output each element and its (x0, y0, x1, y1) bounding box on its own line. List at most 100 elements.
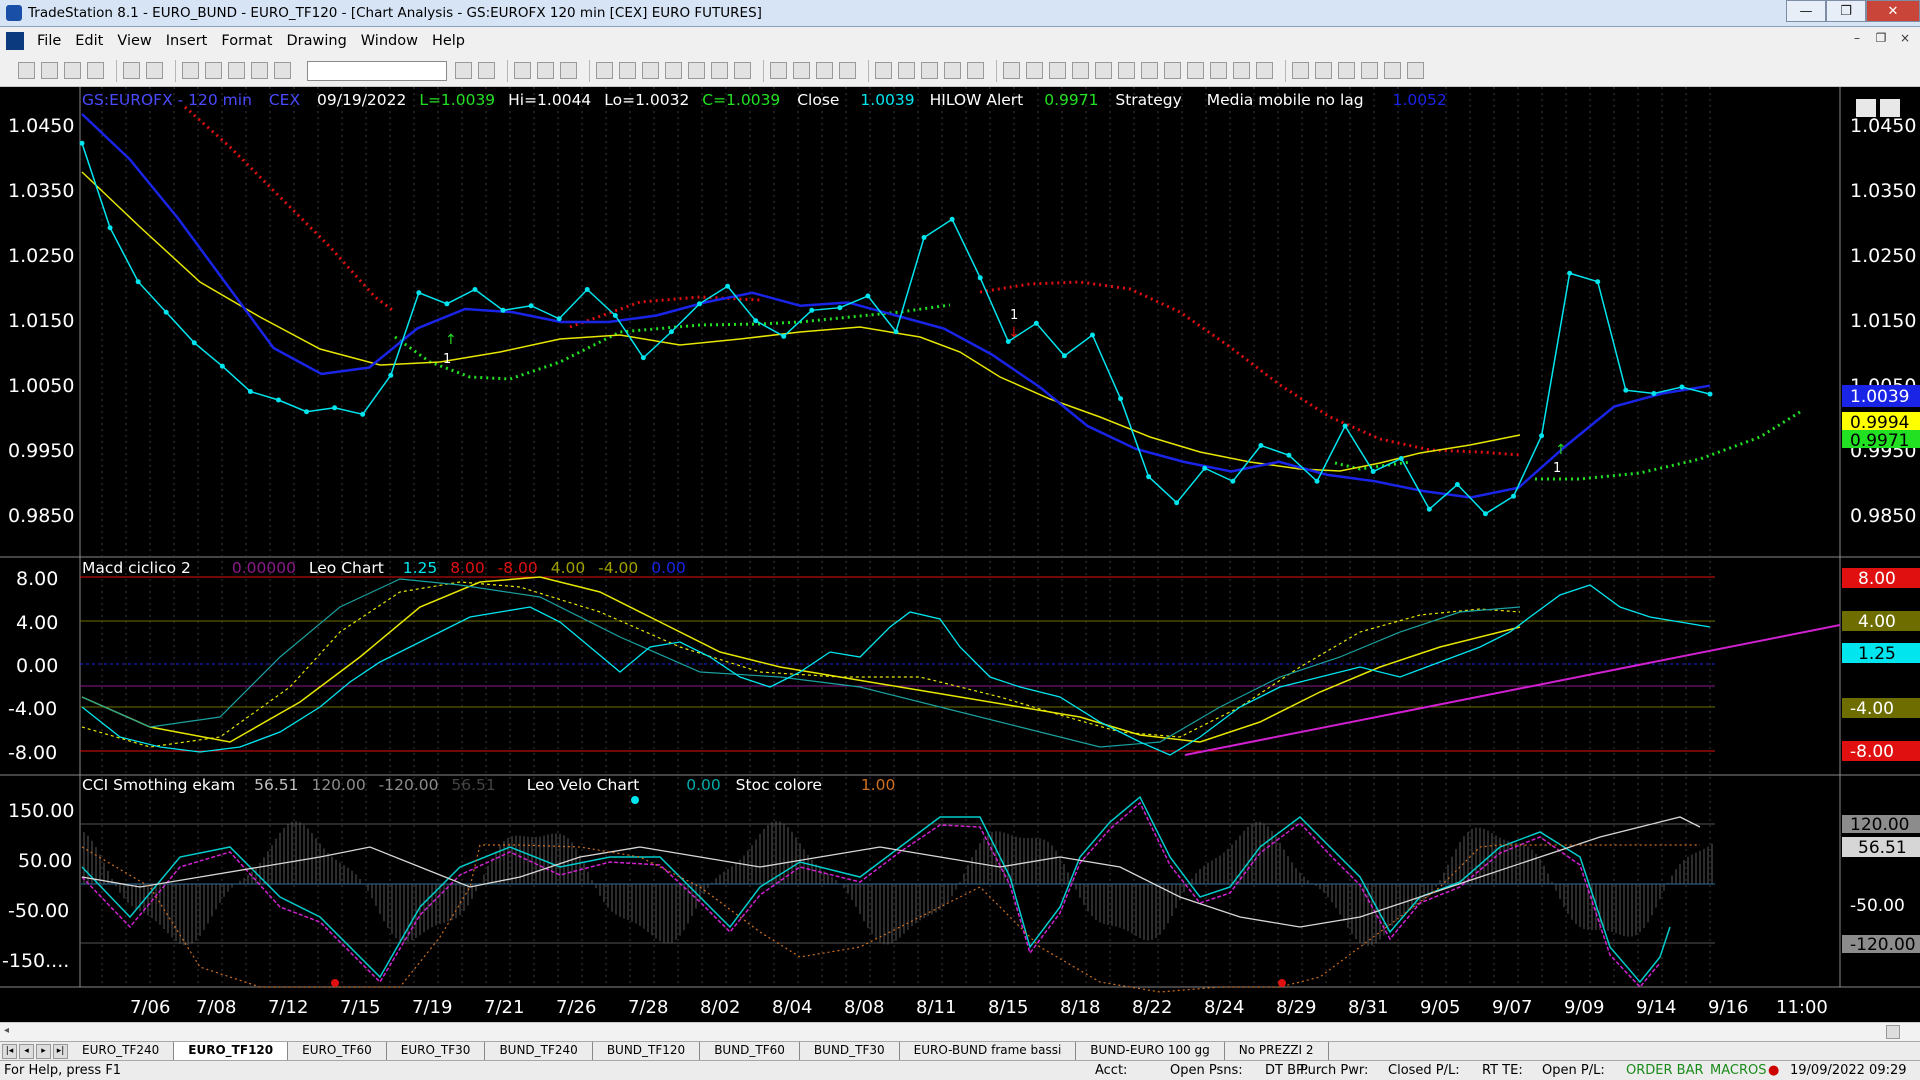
restore-button[interactable]: ❐ (1826, 0, 1866, 22)
tab-last-icon[interactable]: ▸| (53, 1043, 68, 1059)
close-button[interactable]: ✕ (1866, 0, 1920, 22)
pen-icon[interactable] (1256, 62, 1273, 79)
symbol-label: GS:EUROFX - 120 min (82, 91, 252, 109)
scroll-thumb[interactable] (1886, 1025, 1900, 1039)
pane-restore-button[interactable] (1880, 99, 1900, 117)
scroll-left-icon[interactable]: ◂ (4, 1025, 16, 1039)
tools-icon[interactable] (251, 62, 268, 79)
tab-euro-bund-frame-bassi[interactable]: EURO-BUND frame bassi (900, 1042, 1077, 1060)
tab-bund-tf30[interactable]: BUND_TF30 (800, 1042, 900, 1060)
mdi-minimize-button[interactable]: – (1848, 31, 1866, 49)
compress-icon[interactable] (793, 62, 810, 79)
object-list-icon[interactable] (944, 62, 961, 79)
speed-lines-icon[interactable] (1118, 62, 1135, 79)
symbol-combo[interactable] (307, 60, 447, 81)
gann-icon[interactable] (1072, 62, 1089, 79)
arc-icon[interactable] (1233, 62, 1250, 79)
delete-icon[interactable] (967, 62, 984, 79)
apps-icon[interactable] (274, 62, 291, 79)
data-window-icon[interactable] (688, 62, 705, 79)
search-icon[interactable] (478, 62, 495, 79)
rectangle-icon[interactable] (1384, 62, 1401, 79)
close-price-point (1511, 493, 1517, 499)
chart-analysis-icon[interactable] (514, 62, 531, 79)
tab-prev-icon[interactable]: ◂ (19, 1043, 34, 1059)
new-icon[interactable] (18, 62, 35, 79)
tab-euro-tf120[interactable]: EURO_TF120 (174, 1042, 289, 1060)
tab-euro-tf60[interactable]: EURO_TF60 (288, 1042, 387, 1060)
close-price-point (360, 411, 366, 417)
chart-analysis-window[interactable]: GS:EUROFX - 120 min CEX 09/19/2022 L=1.0… (0, 87, 1920, 1022)
arrow-up-icon[interactable] (1338, 62, 1355, 79)
vertical-lines-icon[interactable] (1026, 62, 1043, 79)
fibonacci-icon[interactable] (1095, 62, 1112, 79)
symbol-icon[interactable] (665, 62, 682, 79)
line-icon[interactable] (1292, 62, 1309, 79)
print-preview-icon[interactable] (123, 62, 140, 79)
ellipse-icon[interactable] (1361, 62, 1378, 79)
tab-bund-tf240[interactable]: BUND_TF240 (485, 1042, 593, 1060)
tab-first-icon[interactable]: |◂ (2, 1043, 17, 1059)
open-icon[interactable] (41, 62, 58, 79)
window-icon[interactable] (182, 62, 199, 79)
save-icon[interactable] (87, 62, 104, 79)
arrow-down-icon[interactable] (1315, 62, 1332, 79)
scroll-icon[interactable] (770, 62, 787, 79)
regression-icon[interactable] (1210, 62, 1227, 79)
strategy-icon[interactable] (619, 62, 636, 79)
trendline-icon[interactable] (1003, 62, 1020, 79)
price-axis-label: 1.0250 (8, 245, 74, 267)
andrews-icon[interactable] (1141, 62, 1158, 79)
format-icon[interactable] (642, 62, 659, 79)
data-tips-icon[interactable] (898, 62, 915, 79)
trend-line[interactable] (1184, 624, 1841, 756)
pane-minimize-button[interactable] (1856, 99, 1876, 117)
minimize-button[interactable]: — (1786, 0, 1826, 22)
tab-bund-tf60[interactable]: BUND_TF60 (700, 1042, 800, 1060)
menu-drawing[interactable]: Drawing (279, 33, 353, 49)
radar-screen-icon[interactable] (537, 62, 554, 79)
layout-icon[interactable] (205, 62, 222, 79)
tab-euro-tf30[interactable]: EURO_TF30 (387, 1042, 486, 1060)
zoom-in-icon[interactable] (816, 62, 833, 79)
status-macros[interactable]: MACROS (1710, 1063, 1766, 1078)
mdi-close-button[interactable]: × (1896, 31, 1914, 49)
new-chart-icon[interactable] (64, 62, 81, 79)
status-order-bar[interactable]: ORDER BAR (1626, 1063, 1704, 1078)
mdi-restore-button[interactable]: ❐ (1872, 31, 1890, 49)
price-axis-right-label: 1.0450 (1850, 115, 1916, 137)
macd-tag-8: 8.00 (1858, 569, 1896, 589)
menu-file[interactable]: File (30, 33, 68, 49)
go-arrow-icon[interactable] (455, 62, 472, 79)
pointer-icon[interactable] (875, 62, 892, 79)
tab-bund-euro-100gg[interactable]: BUND-EURO 100 gg (1076, 1042, 1225, 1060)
menu-edit[interactable]: Edit (68, 33, 110, 49)
lock-icon[interactable] (228, 62, 245, 79)
tab-no-prezzi-2[interactable]: No PREZZI 2 (1225, 1042, 1329, 1060)
matrix-icon[interactable] (560, 62, 577, 79)
bar-type-icon[interactable] (711, 62, 728, 79)
parallel-icon[interactable] (1187, 62, 1204, 79)
channel-icon[interactable] (1164, 62, 1181, 79)
menu-view[interactable]: View (110, 33, 158, 49)
properties-icon[interactable] (921, 62, 938, 79)
tab-bund-tf120[interactable]: BUND_TF120 (593, 1042, 701, 1060)
text-icon[interactable] (1407, 62, 1424, 79)
toolbar-separator (996, 59, 997, 82)
tab-euro-tf240[interactable]: EURO_TF240 (68, 1042, 175, 1060)
horizontal-lines-icon[interactable] (1049, 62, 1066, 79)
menu-format[interactable]: Format (214, 33, 279, 49)
tab-next-icon[interactable]: ▸ (36, 1043, 51, 1059)
chart-canvas[interactable]: GS:EUROFX - 120 min CEX 09/19/2022 L=1.0… (0, 87, 1920, 1022)
price-tag-hilow: 0.9971 (1850, 431, 1909, 451)
close-price-point (416, 290, 422, 296)
indicator-icon[interactable] (596, 62, 613, 79)
menu-help[interactable]: Help (425, 33, 472, 49)
chart-document-icon[interactable] (6, 32, 24, 50)
horizontal-scrollbar[interactable]: ◂ (0, 1022, 1920, 1041)
print-icon[interactable] (146, 62, 163, 79)
menu-window[interactable]: Window (354, 33, 425, 49)
menu-insert[interactable]: Insert (159, 33, 215, 49)
zoom-out-icon[interactable] (839, 62, 856, 79)
candle-icon[interactable] (734, 62, 751, 79)
